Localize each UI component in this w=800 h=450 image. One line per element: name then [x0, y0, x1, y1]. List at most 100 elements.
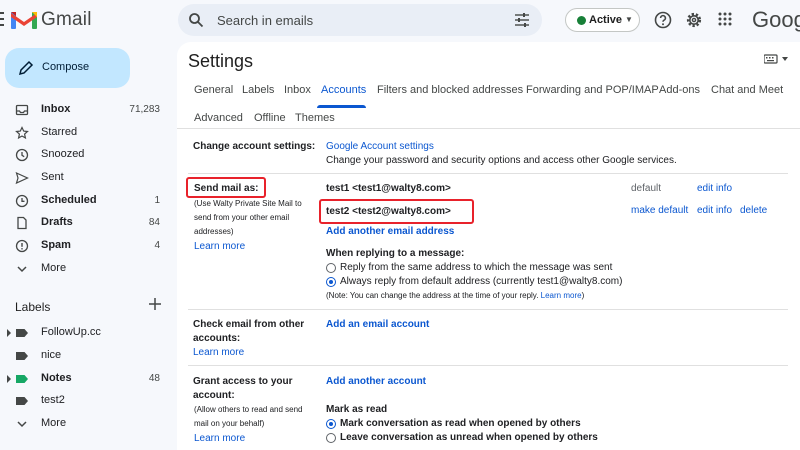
gmail-logo-icon[interactable]: [10, 8, 38, 30]
check-email-learn-more[interactable]: Learn more: [193, 347, 244, 358]
label-tag-icon: [16, 397, 28, 405]
label-item-label: Notes: [41, 372, 72, 384]
tab-forwarding-and-pop-imap[interactable]: Forwarding and POP/IMAP: [526, 84, 659, 96]
tab-offline[interactable]: Offline: [254, 112, 286, 124]
grant-access-label-1: Grant access to your: [193, 376, 293, 387]
status-dropdown[interactable]: Active ▼: [565, 8, 640, 32]
grant-access-note-2: mail on your behalf): [194, 419, 265, 428]
address-1-edit-info[interactable]: edit info: [697, 183, 732, 194]
reply-default-radio[interactable]: [326, 277, 336, 287]
add-email-account-link[interactable]: Add an email account: [326, 319, 429, 330]
top-bar: Gmail Search in emails Active ▼ Google: [0, 0, 800, 42]
sidebar-item-label: Starred: [41, 126, 78, 138]
row-divider: [188, 365, 788, 366]
send-icon: [15, 171, 29, 185]
label-item-nice[interactable]: nice: [0, 346, 170, 366]
address-2: test2 <test2@walty8.com>: [326, 206, 451, 217]
send-mail-note-1: (Use Walty Private Site Mail to: [194, 199, 302, 208]
label-item-more[interactable]: More: [0, 414, 170, 434]
spam-icon: [15, 239, 29, 253]
pencil-icon: [18, 60, 34, 76]
sidebar-item-snoozed[interactable]: Snoozed: [0, 145, 170, 165]
reply-note-end: ): [581, 291, 585, 300]
tab-general[interactable]: General: [194, 84, 233, 96]
address-2-edit-info[interactable]: edit info: [697, 205, 732, 216]
expand-caret-icon[interactable]: [6, 374, 12, 384]
sidebar-item-label: Drafts: [41, 216, 73, 228]
status-dot: [577, 16, 586, 25]
grant-access-note-1: (Allow others to read and send: [194, 405, 303, 414]
search-bar[interactable]: Search in emails: [178, 4, 542, 36]
chevron-down-icon: [17, 266, 27, 273]
tab-add-ons[interactable]: Add-ons: [659, 84, 700, 96]
grant-access-label-2: account:: [193, 390, 235, 401]
apps-grid-icon[interactable]: [718, 12, 732, 26]
address-2-delete[interactable]: delete: [740, 205, 767, 216]
sidebar-item-label: Inbox: [41, 103, 71, 115]
tab-inbox[interactable]: Inbox: [284, 84, 311, 96]
google-logo-text[interactable]: Google: [752, 7, 800, 33]
search-input[interactable]: Search in emails: [217, 13, 313, 28]
gear-icon[interactable]: [685, 11, 703, 29]
label-item-followup-cc[interactable]: FollowUp.cc: [0, 323, 170, 343]
tab-filters-and-blocked-addresses[interactable]: Filters and blocked addresses: [377, 84, 523, 96]
send-mail-note-2: send from your other email: [194, 213, 290, 222]
leave-unread-label: Leave conversation as unread when opened…: [340, 432, 598, 443]
reply-note-text: (Note: You can change the address at the…: [326, 291, 541, 300]
label-item-test2[interactable]: test2: [0, 391, 170, 411]
send-mail-learn-more[interactable]: Learn more: [194, 241, 245, 252]
sidebar-item-count: 71,283: [129, 104, 160, 115]
leave-unread-radio[interactable]: [326, 433, 336, 443]
sidebar-item-drafts[interactable]: Drafts 84: [0, 213, 170, 233]
tab-accounts[interactable]: Accounts: [321, 84, 366, 96]
help-icon[interactable]: [654, 11, 672, 29]
tab-labels[interactable]: Labels: [242, 84, 274, 96]
sidebar-item-sent[interactable]: Sent: [0, 168, 170, 188]
tab-advanced[interactable]: Advanced: [194, 112, 243, 124]
sidebar-item-scheduled[interactable]: Scheduled 1: [0, 191, 170, 211]
search-icon[interactable]: [188, 12, 204, 28]
expand-caret-icon[interactable]: [6, 328, 12, 338]
menu-icon[interactable]: [0, 6, 6, 32]
label-item-label: nice: [41, 349, 62, 361]
grant-access-learn-more[interactable]: Learn more: [194, 433, 245, 444]
mark-read-radio[interactable]: [326, 419, 336, 429]
sidebar-item-count: 84: [148, 217, 160, 228]
scheduled-icon: [15, 194, 29, 208]
add-another-account-link[interactable]: Add another account: [326, 376, 426, 387]
address-1-status: default: [631, 183, 662, 194]
google-account-settings-link[interactable]: Google Account settings: [326, 141, 434, 152]
tab-chat-and-meet[interactable]: Chat and Meet: [711, 84, 783, 96]
sidebar-item-starred[interactable]: Starred: [0, 123, 170, 143]
reply-same-radio[interactable]: [326, 263, 336, 273]
labels-heading: Labels: [15, 300, 51, 314]
reply-note-learn-more[interactable]: Learn more: [541, 291, 582, 300]
address-2-make-default[interactable]: make default: [631, 205, 688, 216]
add-label-icon[interactable]: [148, 297, 162, 311]
active-tab-indicator: [317, 105, 366, 108]
compose-label: Compose: [42, 61, 90, 73]
compose-button[interactable]: Compose: [5, 48, 130, 88]
inbox-icon: [15, 104, 29, 116]
label-item-notes[interactable]: Notes 48: [0, 369, 170, 389]
tab-themes[interactable]: Themes: [295, 112, 335, 124]
sidebar-item-label: More: [41, 262, 67, 274]
reply-same-label: Reply from the same address to which the…: [340, 262, 613, 273]
sidebar-item-label: Snoozed: [41, 148, 85, 160]
sidebar-item-inbox[interactable]: Inbox 71,283: [0, 100, 170, 120]
add-email-address-link[interactable]: Add another email address: [326, 226, 454, 237]
label-tag-icon: [16, 329, 28, 337]
row-divider: [188, 173, 788, 174]
mark-read-label: Mark conversation as read when opened by…: [340, 418, 581, 429]
sidebar-item-spam[interactable]: Spam 4: [0, 236, 170, 256]
app-name: Gmail: [41, 9, 92, 30]
check-email-label-1: Check email from other: [193, 319, 305, 330]
send-mail-note-3: addresses): [194, 227, 234, 236]
reply-default-label: Always reply from default address (curre…: [340, 276, 623, 287]
settings-panel: Settings General Labels Inbox Accounts Filte…: [177, 42, 800, 450]
sidebar-item-more[interactable]: More: [0, 259, 170, 279]
caret-down-icon: ▼: [625, 15, 633, 24]
label-item-label: More: [41, 417, 67, 429]
keyboard-icon[interactable]: [764, 54, 792, 64]
filter-options-icon[interactable]: [514, 12, 530, 28]
